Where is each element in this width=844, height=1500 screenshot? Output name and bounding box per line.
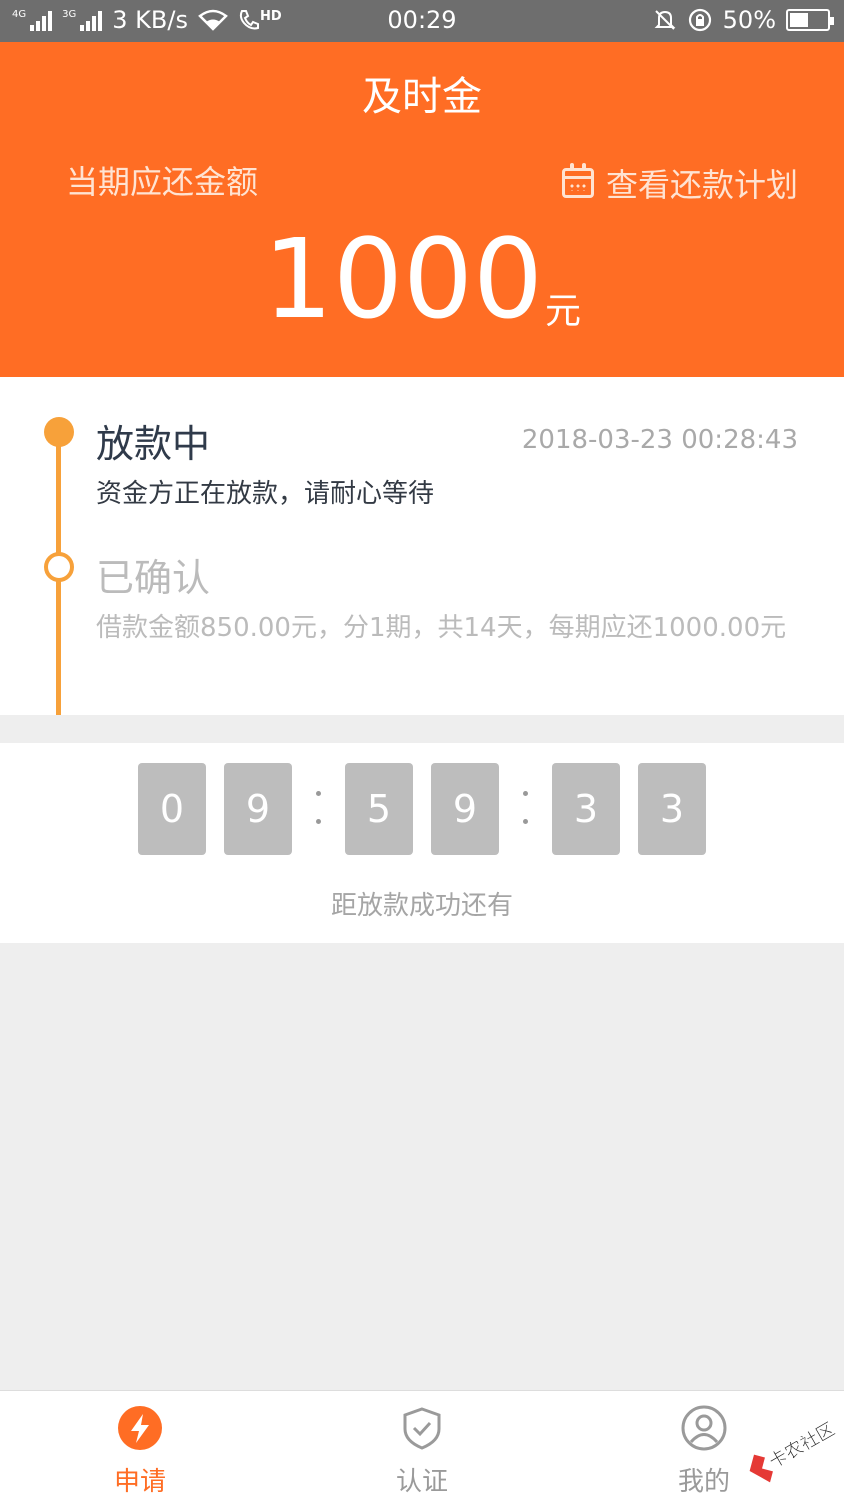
user-icon bbox=[681, 1405, 727, 1451]
header: 及时金 当期应还金额 查看还款计划 1000元 bbox=[0, 42, 844, 377]
countdown-digit: 9 bbox=[431, 763, 499, 855]
countdown-label: 距放款成功还有 bbox=[330, 891, 513, 921]
status-right: 50% bbox=[653, 6, 834, 34]
step-disbursing-title: 放款中 bbox=[96, 422, 211, 466]
countdown-digit: 3 bbox=[552, 763, 620, 855]
nav-item-apply[interactable]: 申请 bbox=[50, 1405, 230, 1498]
lightning-icon bbox=[118, 1406, 162, 1450]
calendar-icon bbox=[561, 163, 594, 198]
view-repayment-plan-link[interactable]: 查看还款计划 bbox=[561, 160, 798, 206]
status-bar: 4G 3G 3 KB/s HD 00:29 50% bbox=[0, 0, 844, 42]
rotation-lock-icon bbox=[688, 8, 711, 32]
nav-item-verify-label: 认证 bbox=[395, 1467, 448, 1497]
nav-item-verify[interactable]: 认证 bbox=[332, 1405, 512, 1498]
timeline-dot-active bbox=[44, 417, 74, 447]
due-amount-unit: 元 bbox=[544, 291, 581, 332]
timeline-dot-done bbox=[44, 552, 74, 582]
bottom-nav: 申请 认证 我的 bbox=[0, 1390, 844, 1500]
battery-icon bbox=[786, 9, 834, 31]
countdown-digit: 9 bbox=[224, 763, 292, 855]
shield-check-icon bbox=[403, 1407, 441, 1450]
kanong-watermark-logo: 卡农社区 bbox=[749, 1419, 836, 1483]
step-confirmed-title: 已确认 bbox=[96, 556, 211, 600]
page-title: 及时金 bbox=[362, 74, 482, 120]
countdown-panel: 0 9 5 9 3 3 距放款成功还有 bbox=[0, 743, 844, 943]
due-amount-value: 1000 bbox=[263, 215, 543, 343]
countdown-colon bbox=[521, 791, 529, 827]
step-disbursing-desc: 资金方正在放款，请耐心等待 bbox=[96, 479, 435, 509]
view-repayment-plan-label: 查看还款计划 bbox=[605, 166, 798, 204]
step-confirmed-desc: 借款金额850.00元，分1期，共14天，每期应还1000.00元 bbox=[96, 613, 787, 643]
countdown-digit: 5 bbox=[345, 763, 413, 855]
countdown-digit: 0 bbox=[138, 763, 206, 855]
due-amount-label: 当期应还金额 bbox=[66, 163, 259, 201]
bell-off-icon bbox=[654, 10, 676, 30]
countdown-digit: 3 bbox=[638, 763, 706, 855]
countdown-colon bbox=[314, 791, 322, 827]
nav-item-apply-label: 申请 bbox=[113, 1467, 166, 1497]
step-disbursing-time: 2018-03-23 00:28:43 bbox=[521, 425, 798, 455]
due-amount: 1000元 bbox=[0, 224, 844, 334]
svg-text:卡农社区: 卡农社区 bbox=[766, 1419, 836, 1473]
battery-percent: 50% bbox=[722, 6, 776, 34]
loan-status-timeline: 放款中 2018-03-23 00:28:43 资金方正在放款，请耐心等待 已确… bbox=[0, 377, 844, 715]
